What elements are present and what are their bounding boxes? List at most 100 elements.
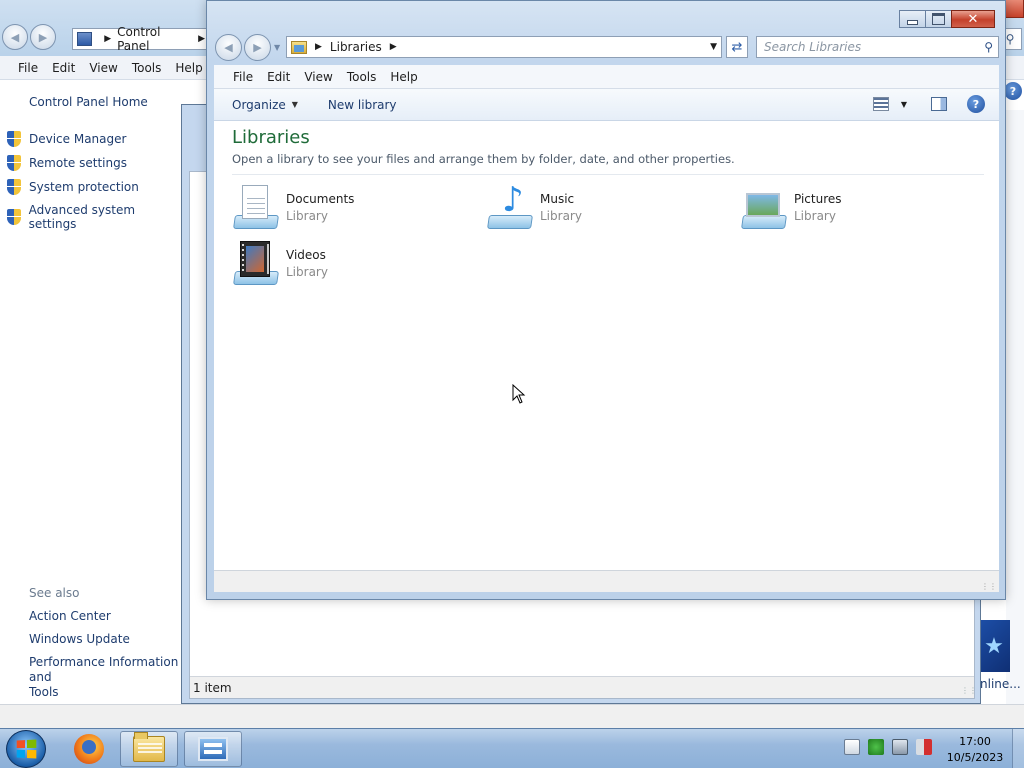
menubar: File Edit View Tools Help	[214, 65, 999, 89]
status-bar: 1 item ⋮⋮	[190, 676, 977, 698]
shield-icon	[7, 209, 21, 225]
task-label: Advanced system settings	[28, 203, 136, 231]
task-device-manager[interactable]: Device Manager	[7, 131, 126, 147]
close-button[interactable]	[1004, 0, 1024, 18]
banner-link[interactable]: nline...	[980, 677, 1021, 691]
library-type: Library	[794, 209, 836, 223]
new-library-button[interactable]: New library	[328, 98, 397, 112]
organize-label: Organize	[232, 97, 286, 112]
see-also-performance-information[interactable]: Performance Information and Tools	[29, 655, 189, 700]
task-remote-settings[interactable]: Remote settings	[7, 155, 127, 171]
menu-tools[interactable]: Tools	[347, 70, 377, 84]
close-button[interactable]: ✕	[951, 10, 995, 28]
help-icon[interactable]: ?	[967, 95, 985, 113]
help-icon[interactable]: ?	[1004, 82, 1022, 100]
address-bar[interactable]: ▶ Libraries ▶ ▼	[286, 36, 722, 58]
breadcrumb-control-panel[interactable]: Control Panel	[117, 25, 192, 53]
address-history-dropdown-icon[interactable]: ▼	[710, 42, 717, 52]
menu-file[interactable]: File	[233, 70, 253, 84]
windows-logo-icon	[16, 739, 37, 759]
search-icon[interactable]: ⚲	[984, 40, 993, 54]
library-pictures[interactable]: Pictures Library	[740, 183, 842, 231]
back-button[interactable]: ◀	[2, 24, 28, 50]
view-options-dropdown-icon[interactable]: ▼	[901, 100, 907, 109]
menu-file[interactable]: File	[18, 61, 38, 75]
task-system-protection[interactable]: System protection	[7, 179, 139, 195]
page-title: Libraries	[232, 127, 310, 148]
library-name: Documents	[286, 192, 355, 206]
control-panel-address-bar[interactable]: ▶ Control Panel ▶	[72, 25, 212, 53]
control-panel-statusbar	[0, 704, 1024, 728]
show-desktop-button[interactable]	[1012, 729, 1024, 768]
taskbar-control-panel[interactable]	[184, 731, 242, 767]
refresh-button[interactable]: ⇄	[726, 36, 748, 58]
music-library-icon: ♪	[486, 183, 534, 231]
divider	[232, 174, 984, 175]
menu-help[interactable]: Help	[175, 61, 202, 75]
library-name: Videos	[286, 248, 326, 262]
taskbar-firefox[interactable]	[60, 731, 118, 767]
maximize-button[interactable]	[925, 10, 952, 28]
videos-library-icon	[232, 239, 280, 287]
menu-view[interactable]: View	[89, 61, 117, 75]
taskbar-windows-explorer[interactable]	[120, 731, 178, 767]
forward-button[interactable]: ▶	[30, 24, 56, 50]
control-panel-icon	[77, 32, 93, 46]
menu-edit[interactable]: Edit	[52, 61, 75, 75]
libraries-window[interactable]: ✕ ◀ ▶ ▼ ▶ Libraries ▶ ▼ ⇄ Search Librari…	[206, 0, 1006, 600]
library-type: Library	[540, 209, 582, 223]
task-label: Remote settings	[29, 156, 127, 170]
volume-muted-icon[interactable]	[916, 739, 932, 755]
shield-icon	[7, 131, 21, 147]
see-also-heading: See also	[29, 586, 80, 600]
library-type: Library	[286, 265, 328, 279]
control-panel-sidebar: Control Panel Home Device Manager Remote…	[0, 80, 182, 702]
recent-pages-dropdown-icon[interactable]: ▼	[274, 43, 280, 52]
see-also-action-center[interactable]: Action Center	[29, 609, 111, 624]
library-videos[interactable]: Videos Library	[232, 239, 328, 287]
breadcrumb-libraries[interactable]: Libraries	[330, 40, 382, 54]
action-center-flag-icon[interactable]	[844, 739, 860, 755]
start-button[interactable]	[6, 730, 46, 768]
banner-star-icon[interactable]: ★	[978, 620, 1010, 672]
back-button[interactable]: ◀	[215, 34, 242, 61]
task-label: Device Manager	[29, 132, 127, 146]
resize-grip-icon[interactable]: ⋮⋮	[961, 686, 977, 696]
organize-button[interactable]: Organize ▼	[232, 98, 298, 112]
chevron-right-icon[interactable]: ▶	[198, 34, 205, 44]
clock[interactable]: 17:00 10/5/2023	[945, 734, 1005, 766]
control-panel-icon	[198, 737, 228, 761]
forward-button[interactable]: ▶	[244, 34, 271, 61]
menu-edit[interactable]: Edit	[267, 70, 290, 84]
see-also-windows-update[interactable]: Windows Update	[29, 632, 130, 647]
control-panel-nav: ◀ ▶	[2, 24, 58, 50]
page-subtitle: Open a library to see your files and arr…	[232, 152, 735, 166]
chevron-down-icon: ▼	[291, 100, 298, 109]
pictures-library-icon	[740, 183, 788, 231]
library-music[interactable]: ♪ Music Library	[486, 183, 582, 231]
status-bar: ⋮⋮	[214, 570, 999, 592]
chevron-right-icon: ▶	[104, 34, 112, 44]
preview-pane-icon[interactable]	[931, 97, 947, 111]
library-documents[interactable]: Documents Library	[232, 183, 354, 231]
network-icon[interactable]	[892, 739, 908, 755]
libraries-folder-icon	[291, 40, 307, 54]
search-placeholder: Search Libraries	[764, 40, 862, 54]
menu-help[interactable]: Help	[390, 70, 417, 84]
search-input[interactable]: Search Libraries ⚲	[756, 36, 999, 58]
resize-grip-icon[interactable]: ⋮⋮	[981, 582, 997, 591]
chevron-right-icon[interactable]: ▶	[315, 42, 322, 52]
folder-icon	[133, 732, 165, 762]
security-shield-icon[interactable]	[868, 739, 884, 755]
task-advanced-system-settings[interactable]: Advanced system settings	[7, 203, 182, 231]
command-bar-right: ▼ ?	[872, 95, 985, 113]
menu-tools[interactable]: Tools	[132, 61, 162, 75]
taskbar: 17:00 10/5/2023	[0, 728, 1024, 768]
control-panel-home-link[interactable]: Control Panel Home	[29, 95, 148, 109]
change-view-icon[interactable]	[872, 97, 889, 111]
chevron-right-icon[interactable]: ▶	[390, 42, 397, 52]
new-library-label: New library	[327, 97, 397, 112]
firefox-icon	[74, 734, 104, 764]
minimize-button[interactable]	[899, 10, 926, 28]
menu-view[interactable]: View	[304, 70, 332, 84]
